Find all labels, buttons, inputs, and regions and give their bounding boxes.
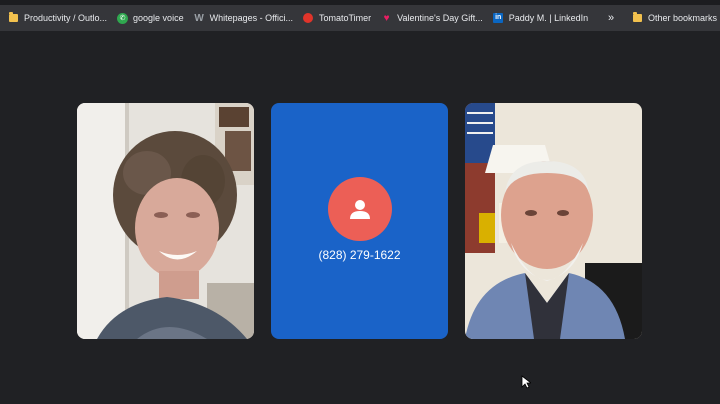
tomato-icon: [303, 13, 314, 24]
bookmarks-overflow-button[interactable]: »: [608, 5, 614, 31]
participant-video-right[interactable]: [465, 103, 642, 339]
bookmark-linkedin[interactable]: in Paddy M. | LinkedIn: [493, 7, 588, 29]
bookmark-label: Paddy M. | LinkedIn: [508, 13, 589, 23]
bookmark-label: google voice: [133, 13, 184, 23]
bookmark-productivity[interactable]: Productivity / Outlo...: [8, 7, 107, 29]
bookmark-valentines[interactable]: ♥ Valentine's Day Gift...: [381, 7, 483, 29]
heart-icon: ♥: [383, 12, 390, 24]
linkedin-icon: in: [493, 13, 504, 23]
person-icon: [350, 200, 370, 219]
folder-icon: [8, 12, 19, 24]
bookmark-tomatotimer[interactable]: TomatoTimer: [303, 7, 371, 29]
folder-icon: [632, 12, 643, 24]
participant-video-left[interactable]: [77, 103, 254, 339]
call-stage: (828) 279-1622: [0, 31, 720, 404]
participant-video-image: [465, 103, 642, 339]
other-bookmarks-button[interactable]: Other bookmarks: [632, 7, 717, 29]
avatar: [328, 177, 392, 241]
whitepages-icon: W: [194, 12, 204, 24]
phone-icon: ✆: [117, 12, 129, 24]
calling-tile: (828) 279-1622: [271, 103, 448, 339]
bookmark-label: TomatoTimer: [318, 13, 372, 23]
participant-video-image: [77, 103, 254, 339]
bookmark-google-voice[interactable]: ✆ google voice: [117, 7, 184, 29]
bookmark-label: Whitepages - Offici...: [209, 13, 293, 23]
bookmark-label: Productivity / Outlo...: [24, 13, 108, 23]
other-bookmarks-label: Other bookmarks: [648, 13, 718, 23]
mouse-cursor-icon: [521, 375, 531, 389]
bookmark-whitepages[interactable]: W Whitepages - Offici...: [194, 7, 293, 29]
bookmark-label: Valentine's Day Gift...: [397, 13, 483, 23]
phone-number: (828) 279-1622: [318, 248, 401, 262]
